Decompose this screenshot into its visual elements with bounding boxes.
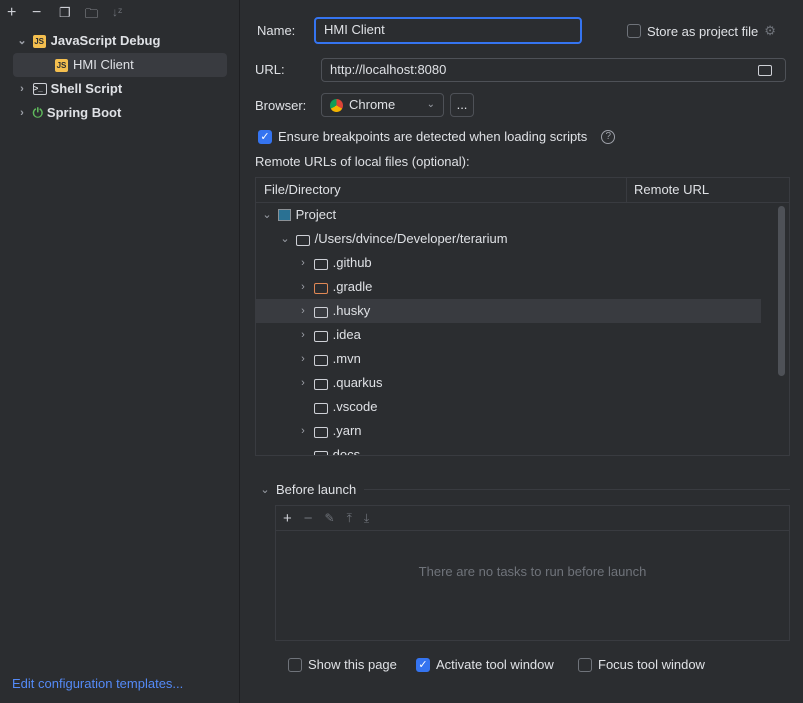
folder-icon[interactable] <box>758 65 772 76</box>
gear-icon[interactable]: ⚙ <box>764 23 776 39</box>
tree-shell-script[interactable]: › >_ Shell Script <box>15 77 122 101</box>
chevron-right-icon[interactable]: › <box>296 299 310 323</box>
tree-row-folder[interactable]: › .idea <box>256 323 761 347</box>
browser-more-button[interactable]: ... <box>450 93 474 117</box>
browser-label: Browser: <box>255 98 307 113</box>
chevron-down-icon[interactable]: ⌄ <box>15 29 29 53</box>
store-checkbox[interactable] <box>627 24 641 38</box>
url-label: URL: <box>255 62 285 77</box>
folder-icon <box>313 258 328 270</box>
browser-select[interactable]: Chrome ⌄ <box>321 93 444 117</box>
column-remote-url[interactable]: Remote URL <box>626 178 709 202</box>
help-icon[interactable]: ? <box>601 129 616 144</box>
focus-tool-window-option[interactable]: Focus tool window <box>578 657 705 672</box>
tree-row-folder[interactable]: › .husky <box>256 299 761 323</box>
folder-icon <box>313 450 328 455</box>
chevron-down-icon: ⌄ <box>426 99 435 110</box>
chevron-down-icon[interactable]: ⌄ <box>258 483 272 496</box>
tree-row-folder[interactable]: › .gradle <box>256 275 761 299</box>
folder-icon <box>313 306 328 318</box>
tree-row-folder[interactable]: › .github <box>256 251 761 275</box>
tree-hmi-client[interactable]: JS HMI Client <box>13 53 227 77</box>
folder-icon <box>313 330 328 342</box>
tree-spring-boot[interactable]: › ⏻ Spring Boot <box>15 101 121 125</box>
ensure-breakpoints[interactable]: ✓ Ensure breakpoints are detected when lo… <box>258 129 616 144</box>
before-launch-header[interactable]: ⌄ Before launch <box>258 482 790 497</box>
tree-row-folder[interactable]: › .yarn <box>256 419 761 443</box>
store-project-file[interactable]: Store as project file ⚙ <box>627 23 776 39</box>
scrollbar[interactable] <box>778 206 785 376</box>
minus-icon[interactable]: − <box>32 4 41 22</box>
chevron-right-icon[interactable]: › <box>15 101 29 125</box>
chevron-right-icon[interactable]: › <box>296 371 310 395</box>
tree-javascript-debug[interactable]: ⌄ JS JavaScript Debug <box>15 29 160 53</box>
activate-checkbox[interactable]: ✓ <box>416 657 430 672</box>
chevron-right-icon[interactable]: › <box>15 77 29 101</box>
empty-tasks-text: There are no tasks to run before launch <box>418 564 647 579</box>
column-file-directory[interactable]: File/Directory <box>264 178 341 202</box>
show-page-checkbox[interactable] <box>288 657 302 672</box>
folder-icon <box>295 234 310 246</box>
chevron-right-icon[interactable]: › <box>296 347 310 371</box>
tree-row-path[interactable]: ⌄ /Users/dvince/Developer/terarium <box>256 227 761 251</box>
activate-tool-window-option[interactable]: ✓ Activate tool window <box>416 657 554 672</box>
tree-row-folder[interactable]: › .mvn <box>256 347 761 371</box>
minus-icon: − <box>303 509 313 527</box>
chevron-down-icon[interactable]: ⌄ <box>278 227 292 251</box>
plus-icon[interactable]: + <box>7 4 16 22</box>
url-input[interactable]: http://localhost:8080 <box>321 58 786 82</box>
focus-checkbox[interactable] <box>578 657 592 672</box>
remote-urls-table: File/Directory Remote URL ⌄ Project ⌄ /U… <box>255 177 790 456</box>
folder-icon <box>313 282 328 294</box>
js-icon: JS <box>55 58 68 72</box>
before-launch-panel: + − ✎ ⤒ ⤓ There are no tasks to run before l… <box>275 505 790 641</box>
tree-row-folder[interactable]: docs <box>256 443 761 455</box>
copy-icon[interactable]: ❐ <box>59 5 71 21</box>
remote-urls-label: Remote URLs of local files (optional): <box>255 154 470 169</box>
chevron-right-icon[interactable]: › <box>296 251 310 275</box>
table-header: File/Directory Remote URL <box>256 178 789 203</box>
show-page-option[interactable]: Show this page <box>288 657 397 672</box>
move-down-icon: ⤓ <box>363 510 370 525</box>
spring-boot-icon: ⏻ <box>32 105 43 120</box>
chevron-down-icon[interactable]: ⌄ <box>260 203 274 227</box>
project-icon <box>277 209 291 221</box>
name-label: Name: <box>257 23 296 38</box>
name-input[interactable]: HMI Client <box>314 17 582 44</box>
folder-icon <box>313 402 328 414</box>
sort-icon: ↓ᶻ <box>112 5 123 19</box>
tree-row-project[interactable]: ⌄ Project <box>256 203 761 227</box>
plus-icon[interactable]: + <box>283 510 292 527</box>
edit-icon: ✎ <box>324 511 335 525</box>
terminal-icon: >_ <box>32 83 47 95</box>
folder-icon <box>313 354 328 366</box>
chrome-icon <box>330 98 343 112</box>
config-sidebar: + − ❐ 🗀 ↓ᶻ ⌄ JS JavaScript Debug JS HMI Cl… <box>0 0 240 703</box>
ensure-checkbox[interactable]: ✓ <box>258 129 272 144</box>
js-icon: JS <box>32 34 46 48</box>
tree-row-folder[interactable]: .vscode <box>256 395 761 419</box>
chevron-right-icon[interactable]: › <box>296 323 310 347</box>
edit-templates-link[interactable]: Edit configuration templates... <box>12 676 183 691</box>
folder-icon <box>313 426 328 438</box>
chevron-right-icon[interactable]: › <box>296 419 310 443</box>
tree-row-folder[interactable]: › .quarkus <box>256 371 761 395</box>
chevron-right-icon[interactable]: › <box>296 275 310 299</box>
move-up-icon: ⤒ <box>346 510 352 525</box>
folder-icon <box>313 378 328 390</box>
new-folder-icon[interactable]: 🗀 <box>85 5 98 27</box>
